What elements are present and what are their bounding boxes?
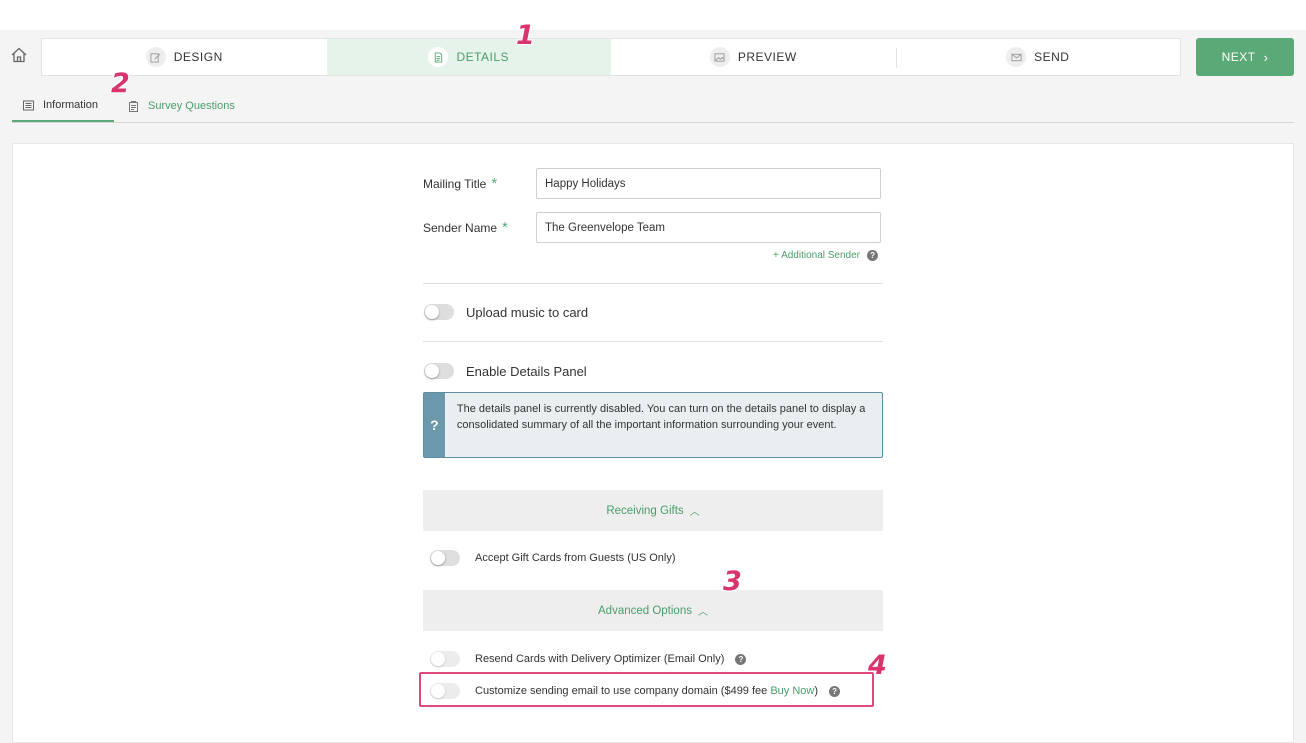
callout-3: 3 (723, 566, 742, 597)
help-icon[interactable]: ? (867, 250, 879, 261)
step-navigation: DESIGN DETAILS PREVIEW SEND (41, 38, 1181, 76)
enable-details-row: Enable Details Panel (424, 363, 587, 379)
resend-cards-toggle[interactable] (430, 651, 460, 667)
sender-name-label: Sender Name * (423, 219, 508, 236)
sub-tab-bar: Information Survey Questions (12, 90, 1294, 123)
step-design[interactable]: DESIGN (42, 39, 327, 75)
required-mark: * (502, 219, 508, 236)
tab-information-label: Information (43, 99, 99, 111)
sender-name-input[interactable] (536, 212, 881, 243)
enable-details-label: Enable Details Panel (466, 363, 587, 379)
step-send[interactable]: SEND (895, 39, 1181, 75)
upload-music-toggle[interactable] (424, 304, 454, 320)
chevron-up-icon: ︿ (689, 507, 700, 518)
details-info-text: The details panel is currently disabled.… (456, 403, 866, 431)
mailing-title-row: Mailing Title * (423, 168, 881, 199)
chevron-up-icon: ︿ (697, 607, 708, 618)
top-strip (0, 0, 1306, 30)
enable-details-toggle[interactable] (424, 363, 454, 379)
envelope-icon (1006, 47, 1027, 67)
help-icon[interactable]: ? (735, 653, 747, 665)
accept-gift-cards-row: Accept Gift Cards from Guests (US Only) (430, 550, 676, 566)
additional-sender-label: + Additional Sender (773, 250, 861, 261)
next-button[interactable]: NEXT › (1196, 38, 1294, 76)
upload-music-row: Upload music to card (424, 304, 588, 320)
pencil-icon (145, 47, 166, 67)
image-icon (709, 47, 730, 67)
sender-name-row: Sender Name * (423, 212, 881, 243)
additional-sender-link[interactable]: + Additional Sender ? (773, 250, 879, 261)
divider (423, 283, 883, 284)
upload-music-label: Upload music to card (466, 304, 589, 320)
callout-4: 4 (868, 650, 887, 681)
tab-survey-questions[interactable]: Survey Questions (128, 90, 235, 122)
step-design-label: DESIGN (173, 50, 223, 64)
next-button-label: NEXT (1221, 50, 1256, 64)
advanced-options-section[interactable]: Advanced Options ︿ (423, 590, 883, 631)
question-icon: ? (424, 393, 445, 457)
highlight-box (419, 672, 874, 707)
callout-1: 1 (516, 20, 535, 51)
accept-gift-cards-label: Accept Gift Cards from Guests (US Only) (475, 552, 676, 564)
chevron-right-icon: › (1263, 49, 1269, 65)
details-info-box: ? The details panel is currently disable… (423, 392, 883, 458)
receiving-gifts-label: Receiving Gifts (606, 504, 684, 517)
step-preview[interactable]: PREVIEW (611, 39, 896, 75)
home-button[interactable] (10, 46, 30, 66)
home-icon (11, 47, 27, 63)
step-details[interactable]: DETAILS (326, 39, 611, 75)
mailing-title-label: Mailing Title * (423, 175, 498, 192)
callout-2: 2 (111, 68, 130, 99)
accept-gift-cards-toggle[interactable] (430, 550, 460, 566)
step-send-label: SEND (1034, 50, 1070, 64)
clipboard-icon (129, 100, 138, 112)
list-icon (23, 100, 34, 110)
required-mark: * (491, 175, 498, 192)
document-icon (428, 47, 449, 67)
tab-information[interactable]: Information (12, 90, 114, 122)
step-preview-label: PREVIEW (737, 50, 797, 64)
divider (423, 341, 883, 342)
resend-cards-row: Resend Cards with Delivery Optimizer (Em… (430, 651, 747, 667)
mailing-title-input[interactable] (536, 168, 881, 199)
advanced-options-label: Advanced Options (598, 604, 692, 617)
tab-survey-questions-label: Survey Questions (148, 100, 235, 112)
resend-cards-label: Resend Cards with Delivery Optimizer (Em… (475, 653, 725, 665)
step-details-label: DETAILS (456, 50, 510, 64)
receiving-gifts-section[interactable]: Receiving Gifts ︿ (423, 490, 883, 531)
